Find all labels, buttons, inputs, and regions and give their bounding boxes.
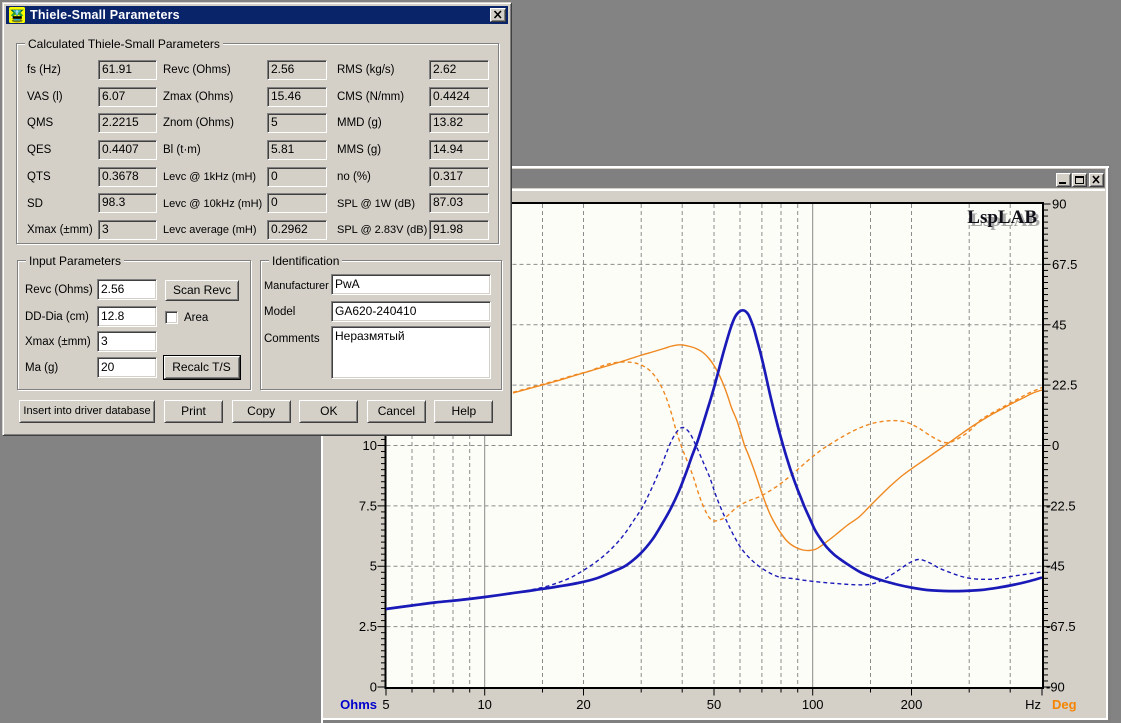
svg-text:-67.5: -67.5 xyxy=(1046,619,1076,634)
svg-text:100: 100 xyxy=(802,697,824,712)
svg-text:-45: -45 xyxy=(1046,559,1065,574)
svg-text:45: 45 xyxy=(1052,317,1066,332)
svg-text:Hz: Hz xyxy=(1025,697,1041,712)
svg-text:0: 0 xyxy=(1052,438,1059,453)
svg-text:LspLAB: LspLAB xyxy=(967,207,1037,228)
svg-text:Ohms: Ohms xyxy=(340,697,377,712)
svg-text:20: 20 xyxy=(576,697,590,712)
svg-text:10: 10 xyxy=(363,438,377,453)
svg-text:7.5: 7.5 xyxy=(359,498,377,513)
svg-text:0: 0 xyxy=(370,680,377,695)
svg-text:2.5: 2.5 xyxy=(359,619,377,634)
svg-text:5: 5 xyxy=(370,559,377,574)
svg-text:67.5: 67.5 xyxy=(1052,257,1077,272)
svg-text:90: 90 xyxy=(1052,197,1066,212)
svg-text:5: 5 xyxy=(382,697,389,712)
svg-text:10: 10 xyxy=(477,697,491,712)
svg-text:Deg: Deg xyxy=(1052,697,1077,712)
svg-text:200: 200 xyxy=(901,697,923,712)
svg-text:50: 50 xyxy=(707,697,721,712)
svg-text:22.5: 22.5 xyxy=(1052,378,1077,393)
svg-text:-90: -90 xyxy=(1046,680,1065,695)
svg-text:-22.5: -22.5 xyxy=(1046,498,1076,513)
